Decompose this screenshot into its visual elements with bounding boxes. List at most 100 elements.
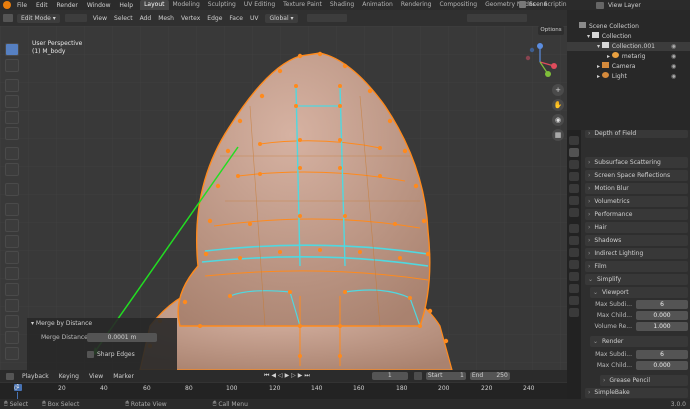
menu-edge[interactable]: Edge	[207, 15, 222, 22]
output-tab-icon[interactable]	[569, 160, 579, 169]
playback-controls[interactable]: ⏮◀◁▶▷▶⏭	[264, 372, 312, 380]
annotate-icon[interactable]	[5, 147, 19, 160]
workspace-tab-texture-paint[interactable]: Texture Paint	[279, 0, 326, 10]
rotate-icon[interactable]	[5, 95, 19, 108]
shading-mode-buttons[interactable]	[466, 14, 527, 22]
tool-tab-icon[interactable]	[569, 136, 579, 145]
menu-add[interactable]: Add	[140, 15, 152, 22]
workspace-tab-rendering[interactable]: Rendering	[397, 0, 436, 10]
shrink-fatten-icon[interactable]	[5, 347, 19, 360]
cursor-icon[interactable]	[5, 59, 19, 72]
pan-hand-icon[interactable]: ✋	[552, 99, 564, 111]
menu-view[interactable]: View	[93, 15, 107, 22]
scene-tab-icon[interactable]	[569, 184, 579, 193]
material-tab-icon[interactable]	[569, 296, 579, 305]
menu-timeline-view[interactable]: View	[89, 373, 103, 380]
section-indirect-lighting[interactable]: › Indirect Lighting	[585, 248, 688, 259]
visibility-toggles[interactable]: ◉ ◉ ◉ ◉	[671, 42, 677, 82]
operator-title[interactable]: ▾ Merge by Distance	[31, 320, 92, 327]
workspace-tab-layout[interactable]: Layout	[140, 0, 169, 10]
move-icon[interactable]	[5, 79, 19, 92]
workspace-tab-modeling[interactable]: Modeling	[169, 0, 204, 10]
select-box-icon[interactable]	[5, 43, 19, 56]
field-value[interactable]: 6	[636, 350, 688, 359]
particles-tab-icon[interactable]	[569, 248, 579, 257]
menu-mesh[interactable]: Mesh	[158, 15, 174, 22]
field-value[interactable]: 0.000	[636, 361, 688, 370]
spin-icon[interactable]	[5, 299, 19, 312]
menu-help[interactable]: Help	[119, 2, 133, 9]
field-value[interactable]: 0.000	[636, 311, 688, 320]
merge-distance-field[interactable]: 0.0001 m	[87, 333, 157, 342]
subsection-viewport[interactable]: ⌄ Viewport	[590, 287, 688, 298]
perspective-toggle-icon[interactable]: ▦	[552, 129, 564, 141]
section-depth-of-field[interactable]: › Depth of Field	[585, 130, 688, 138]
render-tab-icon[interactable]	[569, 148, 579, 157]
menu-window[interactable]: Window	[87, 2, 111, 9]
workspace-tab-compositing[interactable]: Compositing	[435, 0, 481, 10]
subsection-render[interactable]: ⌄ Render	[590, 336, 688, 347]
workspace-tab-uv-editing[interactable]: UV Editing	[240, 0, 279, 10]
outliner-row-collection[interactable]: ▾ Collection	[567, 32, 690, 41]
constraints-tab-icon[interactable]	[569, 272, 579, 281]
snapping-controls[interactable]	[306, 14, 347, 22]
menu-file[interactable]: File	[17, 2, 27, 9]
menu-render[interactable]: Render	[57, 2, 78, 9]
smooth-icon[interactable]	[5, 315, 19, 328]
mode-selector[interactable]: Edit Mode ▾	[17, 13, 60, 23]
preview-range-icon[interactable]	[413, 372, 422, 380]
section-subsurface-scattering[interactable]: › Subsurface Scattering	[585, 157, 688, 168]
menu-playback[interactable]: Playback	[22, 373, 49, 380]
section-screen-space-reflections[interactable]: › Screen Space Reflections	[585, 170, 688, 181]
poly-build-icon[interactable]	[5, 283, 19, 296]
texture-tab-icon[interactable]	[569, 308, 579, 317]
section-performance[interactable]: › Performance	[585, 209, 688, 220]
modifier-tab-icon[interactable]	[569, 236, 579, 245]
scale-icon[interactable]	[5, 111, 19, 124]
add-cube-icon[interactable]	[5, 183, 19, 196]
menu-uv[interactable]: UV	[250, 15, 259, 22]
editor-type-icon[interactable]	[3, 14, 13, 22]
workspace-tab-sculpting[interactable]: Sculpting	[204, 0, 240, 10]
collection-tab-icon[interactable]	[569, 208, 579, 217]
workspace-tab-animation[interactable]: Animation	[358, 0, 397, 10]
loop-cut-icon[interactable]	[5, 251, 19, 264]
options-button[interactable]: Options	[538, 26, 564, 35]
blender-logo-icon[interactable]	[3, 1, 11, 9]
section-simplify[interactable]: ⌄ Simplify	[585, 274, 688, 285]
workspace-tab-shading[interactable]: Shading	[326, 0, 358, 10]
menu-select[interactable]: Select	[114, 15, 133, 22]
transform-orientation-dropdown[interactable]: Global ▾	[265, 13, 298, 23]
navigation-gizmo[interactable]	[520, 40, 560, 80]
menu-marker[interactable]: Marker	[113, 373, 134, 380]
transform-icon[interactable]	[5, 127, 19, 140]
data-tab-icon[interactable]	[569, 284, 579, 293]
view-layer-tab-icon[interactable]	[569, 172, 579, 181]
physics-tab-icon[interactable]	[569, 260, 579, 269]
inset-icon[interactable]	[5, 219, 19, 232]
section-hair[interactable]: › Hair	[585, 222, 688, 233]
section-film[interactable]: › Film	[585, 261, 688, 272]
knife-icon[interactable]	[5, 267, 19, 280]
scene-selector[interactable]: Scene	[519, 1, 547, 9]
outliner-row-scene-collection[interactable]: Scene Collection	[567, 22, 690, 31]
camera-view-icon[interactable]: ◉	[552, 114, 564, 126]
extrude-icon[interactable]	[5, 203, 19, 216]
section-shadows[interactable]: › Shadows	[585, 235, 688, 246]
sharp-edges-checkbox[interactable]	[87, 351, 94, 358]
measure-icon[interactable]	[5, 163, 19, 176]
timeline-ruler[interactable]: 1 0 20 40 60 80 100 120 140 160 180 200 …	[0, 382, 567, 399]
bevel-icon[interactable]	[5, 235, 19, 248]
start-frame-field[interactable]: Start 1	[425, 372, 466, 380]
menu-vertex[interactable]: Vertex	[181, 15, 200, 22]
menu-face[interactable]: Face	[229, 15, 243, 22]
end-frame-field[interactable]: End 250	[469, 372, 510, 380]
zoom-icon[interactable]: +	[552, 84, 564, 96]
world-tab-icon[interactable]	[569, 196, 579, 205]
subsection-grease-pencil[interactable]: › Grease Pencil	[600, 375, 688, 386]
section-volumetrics[interactable]: › Volumetrics	[585, 196, 688, 207]
timeline-editor-icon[interactable]	[6, 372, 14, 380]
current-frame-field[interactable]: 1	[371, 372, 408, 380]
field-value[interactable]: 6	[636, 300, 688, 309]
object-tab-icon[interactable]	[569, 224, 579, 233]
